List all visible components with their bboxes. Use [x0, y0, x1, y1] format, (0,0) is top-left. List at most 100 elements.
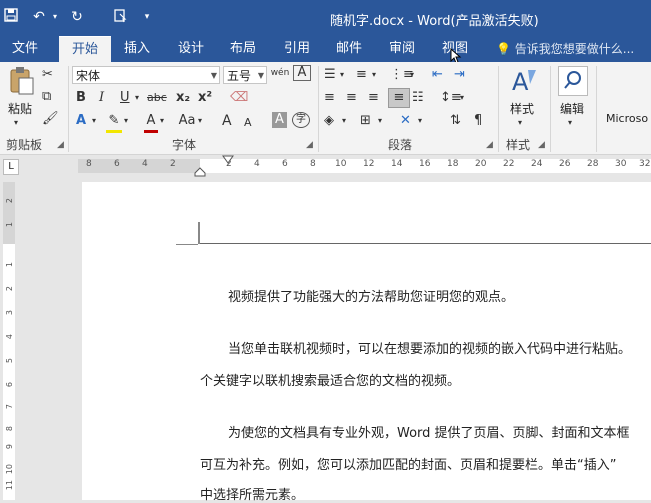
tab-selector-icon[interactable]: L	[3, 159, 19, 175]
vruler-tick: 5	[5, 358, 14, 364]
distributed-icon[interactable]: ☷	[412, 89, 424, 107]
superscript-button[interactable]: x²	[198, 89, 212, 107]
clear-formatting-icon[interactable]: ⌫	[230, 89, 248, 107]
paragraph-1[interactable]: 视频提供了功能强大的方法帮助您证明您的观点。	[228, 286, 514, 305]
tab-layout[interactable]: 布局	[224, 36, 262, 62]
paragraph-3-cont[interactable]: 可互为补充。例如，您可以添加匹配的封面、页眉和提要栏。单击“插入”	[200, 454, 616, 473]
justify-icon[interactable]: ≡	[388, 88, 410, 108]
vruler-tick: 3	[5, 310, 14, 316]
addin-label[interactable]: Microso	[606, 112, 648, 125]
customize-icon[interactable]: ▾	[138, 8, 156, 26]
font-launcher-icon[interactable]: ◢	[306, 140, 313, 150]
bullets-dropdown-icon[interactable]: ▾	[340, 66, 344, 84]
character-border-icon[interactable]: A	[293, 65, 311, 81]
sort-icon[interactable]: ⇅	[450, 112, 461, 130]
align-left-icon[interactable]: ≡	[324, 89, 335, 107]
chinese-layout-icon[interactable]: ✕	[400, 112, 411, 130]
cut-icon[interactable]: ✂	[42, 66, 53, 84]
align-right-icon[interactable]: ≡	[368, 89, 379, 107]
strikethrough-button[interactable]: abc	[147, 89, 167, 107]
tab-home[interactable]: 开始	[59, 36, 111, 63]
paragraph-2[interactable]: 当您单击联机视频时，可以在想要添加的视频的嵌入代码中进行粘贴。	[228, 338, 631, 357]
line-spacing-dropdown-icon[interactable]: ▾	[460, 89, 464, 107]
highlight-dropdown-icon[interactable]: ▾	[124, 112, 128, 130]
editing-dropdown-icon[interactable]: ▾	[568, 114, 572, 132]
tab-design[interactable]: 设计	[172, 36, 210, 62]
italic-button[interactable]: I	[99, 89, 104, 107]
vruler-tick: 6	[5, 382, 14, 388]
window-title: 随机字.docx - Word(产品激活失败)	[330, 14, 539, 29]
chinese-layout-dropdown-icon[interactable]: ▾	[418, 112, 422, 130]
line-spacing-icon[interactable]: ↕≡	[440, 89, 462, 107]
multilevel-dropdown-icon[interactable]: ▾	[410, 66, 414, 84]
font-color-icon[interactable]: A	[144, 112, 158, 133]
grow-font-button[interactable]: A	[222, 112, 232, 130]
copy-icon[interactable]: ⧉	[42, 88, 51, 106]
paragraph-2-cont[interactable]: 个关键字以联机搜索最适合您的文档的视频。	[200, 370, 460, 389]
numbering-dropdown-icon[interactable]: ▾	[372, 66, 376, 84]
decrease-indent-icon[interactable]: ⇤	[432, 66, 443, 84]
text-effects-dropdown-icon[interactable]: ▾	[92, 112, 96, 130]
phonetic-guide-icon[interactable]: wén	[270, 64, 290, 82]
change-case-dropdown-icon[interactable]: ▾	[198, 112, 202, 130]
clipboard-launcher-icon[interactable]: ◢	[57, 140, 64, 150]
borders-dropdown-icon[interactable]: ▾	[378, 112, 382, 130]
horizontal-ruler[interactable]: L 8 6 4 2 2 4 6 8 10 12 14 16 18 20 22 2…	[0, 155, 651, 177]
bullets-icon[interactable]: ☰	[324, 66, 336, 84]
redo-icon[interactable]: ↻	[68, 8, 86, 26]
tab-file[interactable]: 文件	[6, 36, 44, 62]
touch-mode-icon[interactable]	[112, 8, 130, 26]
highlight-icon[interactable]: ✎	[106, 112, 122, 133]
paste-dropdown-icon[interactable]: ▾	[14, 114, 18, 132]
align-center-icon[interactable]: ≡	[346, 89, 357, 107]
search-icon[interactable]	[558, 66, 588, 96]
bold-button[interactable]: B	[76, 89, 86, 107]
tab-insert[interactable]: 插入	[118, 36, 156, 62]
tab-review[interactable]: 审阅	[383, 36, 421, 62]
paste-icon[interactable]	[8, 66, 36, 96]
font-name-select[interactable]: 宋体 ▼	[72, 66, 220, 84]
font-size-select[interactable]: 五号 ▼	[223, 66, 267, 84]
underline-dropdown-icon[interactable]: ▾	[135, 89, 139, 107]
paragraph-3[interactable]: 为使您的文档具有专业外观，Word 提供了页眉、页脚、封面和文本框	[228, 422, 630, 441]
enclose-characters-icon[interactable]: 字	[292, 112, 310, 128]
change-case-button[interactable]: Aa	[176, 112, 198, 130]
numbering-icon[interactable]: ≡	[356, 66, 367, 84]
text-effects-button[interactable]: A	[76, 112, 86, 130]
vruler-tick: 1	[5, 222, 14, 228]
tab-references[interactable]: 引用	[278, 36, 316, 62]
hanging-indent-icon[interactable]	[194, 167, 206, 177]
increase-indent-icon[interactable]: ⇥	[454, 66, 465, 84]
styles-icon[interactable]: A	[510, 66, 540, 96]
ruler-tick: 2	[170, 159, 176, 169]
paste-label[interactable]: 粘贴	[8, 100, 32, 117]
tab-mailings[interactable]: 邮件	[330, 36, 368, 62]
font-color-dropdown-icon[interactable]: ▾	[160, 112, 164, 130]
shading-dropdown-icon[interactable]: ▾	[342, 112, 346, 130]
group-styles-label: 样式	[506, 138, 531, 152]
crop-mark	[198, 222, 200, 244]
ruler-tick: 4	[142, 159, 148, 169]
format-painter-icon[interactable]: 🖌	[42, 110, 59, 128]
borders-icon[interactable]: ⊞	[360, 112, 371, 130]
shrink-font-button[interactable]: A	[244, 114, 252, 132]
document-page[interactable]: 视频提供了功能强大的方法帮助您证明您的观点。 当您单击联机视频时，可以在想要添加…	[82, 182, 651, 503]
paragraph-3-end[interactable]: 中选择所需元素。	[200, 484, 304, 503]
vruler-tick: 8	[5, 426, 14, 432]
show-marks-icon[interactable]: ¶	[474, 112, 482, 130]
subscript-button[interactable]: x₂	[176, 89, 190, 107]
styles-launcher-icon[interactable]: ◢	[538, 140, 545, 150]
ruler-tick: 8	[86, 159, 92, 169]
undo-dropdown-icon[interactable]: ▾	[46, 8, 64, 26]
first-line-indent-icon[interactable]	[222, 155, 234, 165]
group-clipboard-label: 剪贴板	[6, 138, 43, 152]
paragraph-launcher-icon[interactable]: ◢	[486, 140, 493, 150]
tell-me-box[interactable]: 💡 告诉我您想要做什么...	[496, 36, 634, 62]
character-shading-icon[interactable]: A	[272, 112, 287, 128]
save-icon[interactable]	[2, 8, 20, 26]
underline-button[interactable]: U	[120, 89, 130, 107]
styles-dropdown-icon[interactable]: ▾	[518, 114, 522, 132]
shading-icon[interactable]: ◈	[324, 112, 334, 130]
vertical-ruler[interactable]: 2 1 1 2 3 4 5 6 7 8 9 10 11	[0, 178, 18, 500]
group-separator	[596, 66, 597, 152]
